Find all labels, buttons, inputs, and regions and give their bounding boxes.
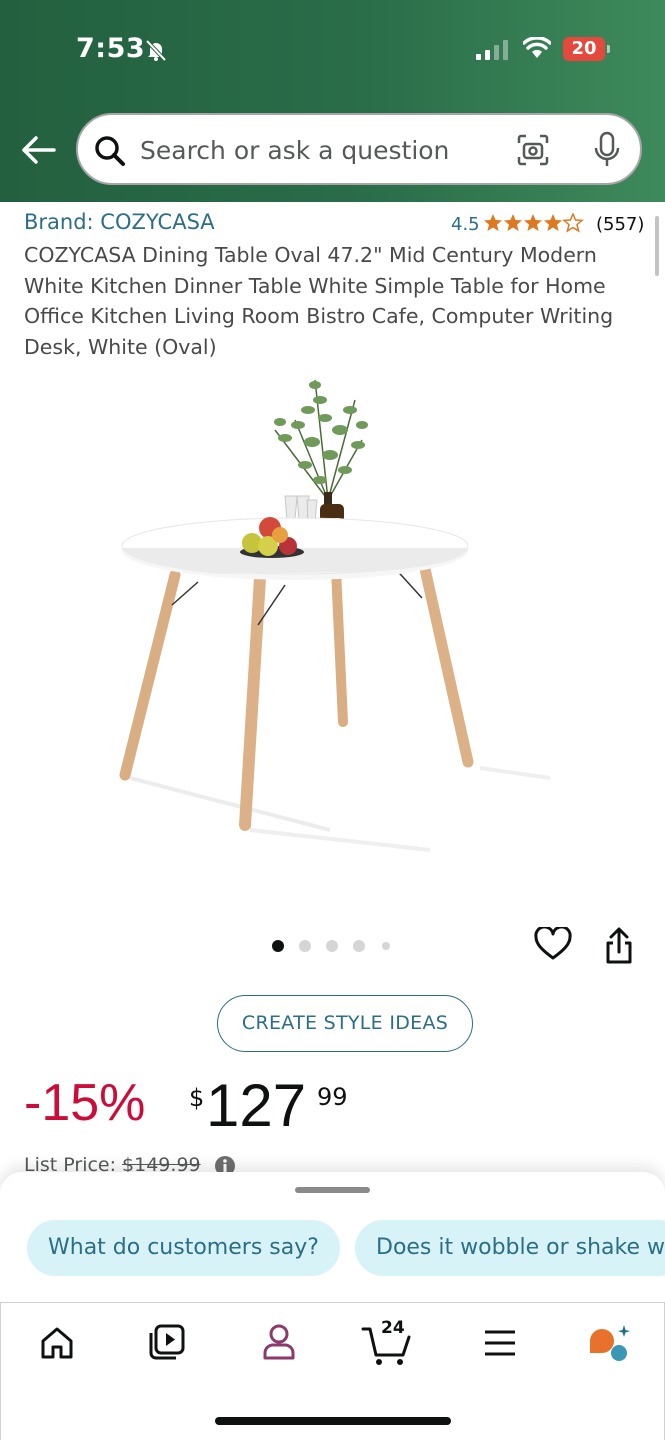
menu-icon[interactable] bbox=[483, 1329, 517, 1357]
video-icon[interactable] bbox=[148, 1323, 186, 1361]
profile-icon[interactable] bbox=[261, 1323, 297, 1361]
carousel-dot-3[interactable] bbox=[326, 940, 338, 952]
camera-icon[interactable] bbox=[516, 133, 550, 167]
search-placeholder: Search or ask a question bbox=[140, 136, 450, 165]
assistant-icon[interactable] bbox=[588, 1323, 632, 1363]
search-input[interactable]: Search or ask a question bbox=[76, 113, 642, 185]
price-cents: 99 bbox=[317, 1083, 348, 1111]
sheet-handle[interactable] bbox=[295, 1187, 370, 1193]
brand-link[interactable]: Brand: COZYCASA bbox=[24, 210, 215, 234]
product-image[interactable] bbox=[100, 360, 560, 860]
search-icon bbox=[95, 136, 125, 166]
suggestions-sheet: What do customers say? Does it wobble or… bbox=[0, 1172, 665, 1302]
back-arrow-icon[interactable] bbox=[20, 134, 56, 166]
wifi-icon bbox=[523, 37, 551, 58]
create-style-ideas-button[interactable]: CREATE STYLE IDEAS bbox=[217, 995, 473, 1052]
price-currency: $ bbox=[189, 1084, 205, 1112]
mic-icon[interactable] bbox=[592, 131, 622, 169]
share-icon[interactable] bbox=[603, 926, 635, 966]
rating-value[interactable]: 4.5 bbox=[451, 214, 480, 235]
home-icon[interactable] bbox=[39, 1325, 75, 1361]
signal-icon bbox=[476, 40, 508, 60]
battery-indicator: 20 bbox=[563, 37, 605, 61]
status-time: 7:53 bbox=[76, 33, 146, 64]
carousel-dot-4[interactable] bbox=[353, 940, 365, 952]
battery-tip bbox=[607, 45, 610, 53]
scrollbar bbox=[655, 216, 659, 276]
product-title: COZYCASA Dining Table Oval 47.2" Mid Cen… bbox=[24, 243, 614, 359]
price-whole: 127 bbox=[206, 1072, 307, 1139]
home-indicator bbox=[215, 1417, 451, 1425]
suggestion-chip-2[interactable]: Does it wobble or shake w bbox=[355, 1220, 665, 1276]
rating-stars-icon[interactable] bbox=[483, 213, 585, 233]
bell-slash-icon bbox=[145, 39, 167, 62]
heart-icon[interactable] bbox=[534, 927, 572, 961]
carousel-dot-2[interactable] bbox=[299, 940, 311, 952]
carousel-dot-1[interactable] bbox=[272, 940, 284, 952]
cart-count: 24 bbox=[381, 1318, 405, 1338]
suggestion-chip-1[interactable]: What do customers say? bbox=[27, 1220, 340, 1276]
discount-percent: -15% bbox=[24, 1074, 146, 1132]
carousel-dot-5[interactable] bbox=[382, 942, 390, 950]
header: 7:53 20 Search or ask a question bbox=[0, 0, 665, 202]
review-count[interactable]: (557) bbox=[596, 214, 644, 235]
